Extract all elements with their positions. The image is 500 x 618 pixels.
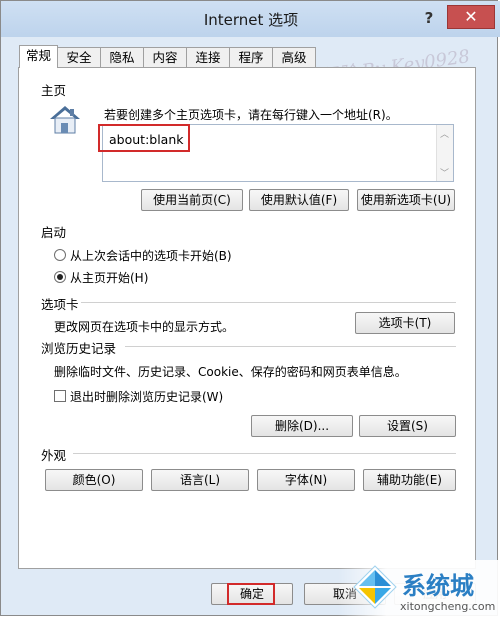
colors-button[interactable]: 颜色(O) (45, 469, 143, 491)
use-default-button[interactable]: 使用默认值(F) (249, 189, 349, 211)
divider (73, 453, 456, 454)
option-home-page-label: 从主页开始(H) (70, 271, 149, 285)
tab-content[interactable]: 内容 (143, 47, 187, 67)
divider (81, 302, 456, 303)
history-description: 删除临时文件、历史记录、Cookie、保存的密码和网页表单信息。 (54, 365, 407, 379)
appearance-section-title: 外观 (41, 448, 67, 463)
accessibility-button[interactable]: 辅助功能(E) (363, 469, 456, 491)
delete-on-exit-checkbox[interactable] (54, 390, 66, 402)
option-last-session-label: 从上次会话中的选项卡开始(B) (70, 249, 232, 263)
use-current-button[interactable]: 使用当前页(C) (141, 189, 243, 211)
logo-url: xitongcheng.com (400, 600, 496, 613)
home-icon (47, 103, 83, 137)
scroll-up-icon[interactable]: ︿ (440, 127, 449, 140)
delete-history-button[interactable]: 删除(D)... (251, 415, 353, 437)
tab-programs[interactable]: 程序 (229, 47, 273, 67)
use-new-tab-button[interactable]: 使用新选项卡(U) (357, 189, 455, 211)
tabs-section-title: 选项卡 (41, 297, 79, 312)
delete-on-exit-label: 退出时删除浏览历史记录(W) (70, 390, 224, 404)
url-highlight-box (98, 124, 190, 152)
fonts-button[interactable]: 字体(N) (257, 469, 355, 491)
help-button[interactable]: ? (415, 7, 443, 29)
tab-connections[interactable]: 连接 (186, 47, 230, 67)
ok-highlight-box (227, 583, 275, 605)
languages-button[interactable]: 语言(L) (151, 469, 249, 491)
close-button[interactable]: ✕ (447, 5, 495, 29)
logo-brand: 系统城 (402, 572, 474, 600)
radio-selected-dot (57, 274, 63, 280)
history-settings-button[interactable]: 设置(S) (359, 415, 456, 437)
tab-security[interactable]: 安全 (57, 47, 101, 67)
title-bar: Internet 选项 ? ✕ (1, 1, 500, 37)
tabs-description: 更改网页在选项卡中的显示方式。 (54, 320, 235, 334)
home-section-title: 主页 (41, 83, 67, 98)
startup-section-title: 启动 (41, 225, 67, 240)
tab-privacy[interactable]: 隐私 (100, 47, 144, 67)
site-logo: 系统城 xitongcheng.com (338, 560, 500, 618)
divider (125, 346, 456, 347)
scroll-down-icon[interactable]: ﹀ (440, 166, 449, 179)
radio-home-page[interactable] (54, 271, 66, 283)
tab-general[interactable]: 常规 (19, 45, 58, 68)
home-instruction: 若要创建多个主页选项卡，请在每行键入一个地址(R)。 (104, 108, 398, 122)
internet-options-dialog: Internet 选项 ? ✕ 常规 安全 隐私 内容 连接 程序 高级 百度经… (0, 0, 500, 616)
tabs-settings-button[interactable]: 选项卡(T) (355, 312, 455, 334)
history-section-title: 浏览历史记录 (41, 341, 117, 356)
textarea-scrollbar[interactable]: ︿ ﹀ (436, 125, 453, 181)
diamond-logo-icon (353, 565, 397, 609)
radio-last-session[interactable] (54, 249, 66, 261)
